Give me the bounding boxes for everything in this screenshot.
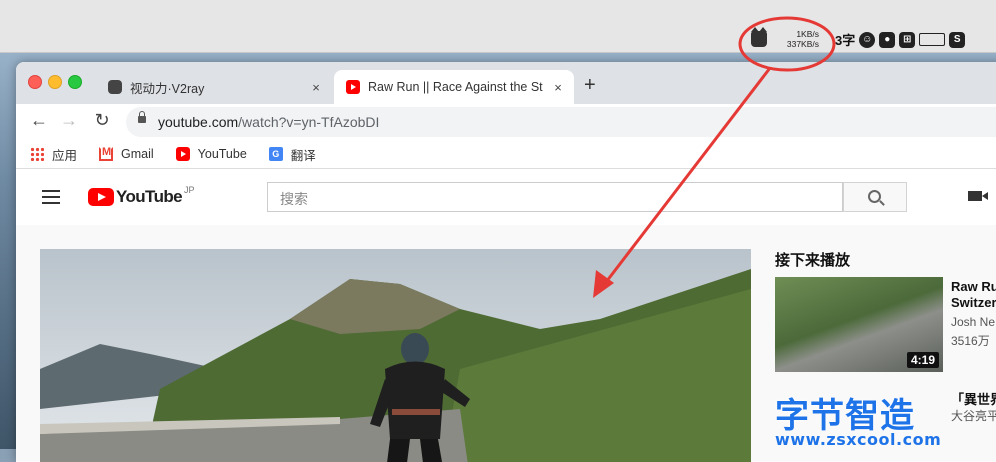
network-monitor[interactable]: 1KB/s 337KB/s bbox=[751, 27, 821, 51]
channel-name[interactable]: 大谷亮平 bbox=[951, 407, 996, 424]
bookmark-youtube[interactable]: YouTube bbox=[175, 147, 247, 161]
address-bar[interactable]: youtube.com/watch?v=yn-TfAzobDI bbox=[126, 107, 996, 137]
video-frame bbox=[40, 249, 751, 462]
youtube-icon bbox=[346, 80, 360, 94]
search-button[interactable] bbox=[843, 182, 907, 212]
title-line-1: Raw Ru bbox=[951, 279, 996, 294]
system-tray: 3字 ☺ ● ⊞ S bbox=[835, 30, 966, 49]
new-tab-button[interactable]: + bbox=[584, 75, 596, 95]
search-placeholder: 搜索 bbox=[280, 191, 308, 207]
youtube-logo[interactable]: YouTube JP bbox=[88, 185, 195, 207]
tab-title: 视动力·V2ray bbox=[130, 81, 205, 96]
browser-toolbar: ← → ↻ youtube.com/watch?v=yn-TfAzobDI bbox=[16, 104, 996, 140]
url-text: youtube.com/watch?v=yn-TfAzobDI bbox=[158, 114, 379, 130]
youtube-header: YouTube JP 搜索 bbox=[16, 169, 996, 225]
close-icon[interactable]: × bbox=[308, 80, 324, 95]
bookmark-translate[interactable]: G 翻译 bbox=[268, 145, 316, 164]
recommendation-item[interactable]: 4:19 Raw Ru Switzer Josh Ne 3516万 bbox=[775, 277, 996, 377]
forward-button[interactable]: → bbox=[58, 110, 80, 131]
close-icon[interactable]: × bbox=[550, 80, 566, 95]
mic-icon[interactable]: ● bbox=[879, 31, 896, 48]
tab-youtube[interactable]: Raw Run || Race Against the St × bbox=[334, 70, 574, 104]
search-input[interactable]: 搜索 bbox=[267, 182, 843, 212]
menu-bar: 1KB/s 337KB/s 3字 ☺ ● ⊞ S bbox=[0, 0, 996, 53]
bookmarks-bar: 应用 Gmail YouTube G 翻译 bbox=[16, 140, 996, 169]
url-host: youtube.com bbox=[158, 114, 239, 130]
menu-icon[interactable] bbox=[42, 190, 60, 204]
bookmark-label: 翻译 bbox=[290, 148, 316, 163]
channel-name[interactable]: Josh Ne bbox=[951, 315, 995, 329]
bookmark-label: YouTube bbox=[197, 147, 247, 161]
translate-icon: G bbox=[268, 147, 283, 161]
sogou-icon[interactable]: S bbox=[949, 31, 966, 48]
display-icon[interactable] bbox=[919, 33, 946, 46]
emoji-icon[interactable]: ☺ bbox=[859, 31, 876, 48]
cat-icon bbox=[108, 80, 122, 94]
gmail-icon bbox=[99, 146, 114, 161]
watermark-domain: www.zsxcool.com bbox=[775, 430, 942, 449]
minimize-window-button[interactable] bbox=[48, 75, 62, 89]
word-count[interactable]: 3字 bbox=[835, 30, 855, 49]
search-icon bbox=[868, 190, 881, 203]
input-method-icon[interactable]: ⊞ bbox=[899, 31, 916, 48]
tab-strip: 视动力·V2ray × Raw Run || Race Against the … bbox=[16, 62, 996, 104]
reload-button[interactable]: ↻ bbox=[91, 110, 113, 131]
bookmark-apps[interactable]: 应用 bbox=[30, 145, 77, 164]
recommendation-title[interactable]: Raw Ru Switzer bbox=[951, 279, 996, 311]
close-window-button[interactable] bbox=[28, 75, 42, 89]
video-player[interactable] bbox=[40, 249, 751, 462]
bookmark-gmail[interactable]: Gmail bbox=[99, 146, 154, 161]
video-thumbnail[interactable]: 4:19 bbox=[775, 277, 943, 372]
url-path: /watch?v=yn-TfAzobDI bbox=[238, 114, 380, 130]
download-rate: 337KB/s bbox=[786, 39, 819, 49]
recommendation-title[interactable]: 「異世界 bbox=[951, 389, 996, 408]
up-next-heading: 接下来播放 bbox=[775, 252, 851, 269]
create-video-icon[interactable] bbox=[968, 191, 988, 201]
watermark: 字节智造 www.zsxcool.com bbox=[775, 388, 950, 449]
apps-icon bbox=[30, 147, 44, 161]
region-code: JP bbox=[184, 185, 195, 195]
network-rates: 1KB/s 337KB/s bbox=[771, 29, 819, 49]
zoom-window-button[interactable] bbox=[68, 75, 82, 89]
logo-text: YouTube bbox=[116, 187, 183, 206]
cat-icon bbox=[751, 27, 767, 47]
youtube-icon bbox=[88, 188, 114, 206]
back-button[interactable]: ← bbox=[28, 110, 50, 131]
bookmark-label: 应用 bbox=[52, 148, 78, 163]
tab-title: Raw Run || Race Against the St bbox=[368, 80, 543, 94]
view-count: 3516万 bbox=[951, 334, 990, 348]
bookmark-label: Gmail bbox=[121, 147, 154, 161]
lock-icon bbox=[138, 111, 146, 123]
tab-v2ray[interactable]: 视动力·V2ray × bbox=[96, 70, 332, 104]
upload-rate: 1KB/s bbox=[796, 29, 819, 39]
youtube-icon bbox=[175, 147, 190, 161]
video-duration: 4:19 bbox=[906, 352, 939, 368]
title-line-2: Switzer bbox=[951, 295, 996, 310]
